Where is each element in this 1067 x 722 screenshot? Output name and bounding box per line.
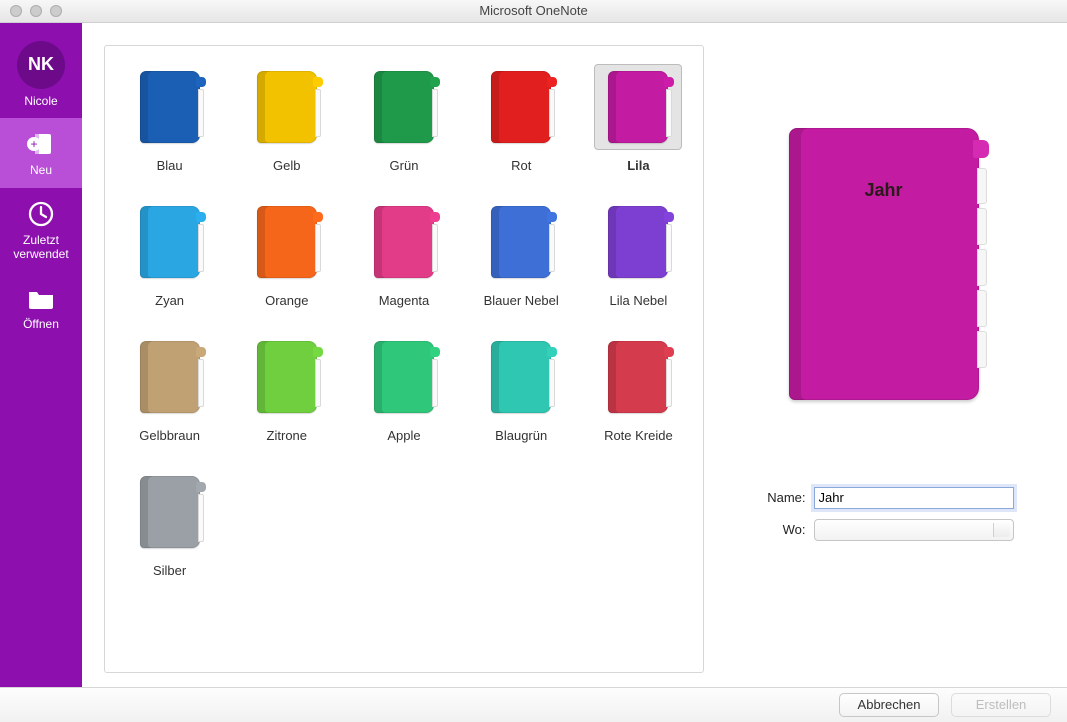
color-swatch-silber[interactable]: Silber [111, 465, 228, 578]
swatch-label: Zyan [155, 293, 184, 308]
color-swatch-zyan[interactable]: Zyan [111, 195, 228, 308]
color-swatch-orange[interactable]: Orange [228, 195, 345, 308]
color-swatch-gelb[interactable]: Gelb [228, 60, 345, 173]
color-swatch-blauer-nebel[interactable]: Blauer Nebel [463, 195, 580, 308]
swatch-label: Rote Kreide [604, 428, 673, 443]
swatch-label: Grün [390, 158, 419, 173]
notebook-icon [140, 206, 200, 278]
create-button-label: Erstellen [976, 697, 1027, 712]
window-close-button[interactable] [10, 5, 22, 17]
preview-title: Jahr [864, 180, 902, 201]
swatch-label: Gelbbraun [139, 428, 200, 443]
notebook-icon [140, 341, 200, 413]
window-zoom-button[interactable] [50, 5, 62, 17]
color-swatch-rot[interactable]: Rot [463, 60, 580, 173]
color-swatch-magenta[interactable]: Magenta [345, 195, 462, 308]
color-swatch-zitrone[interactable]: Zitrone [228, 330, 345, 443]
notebook-icon [257, 71, 317, 143]
notebook-icon [608, 71, 668, 143]
sidebar-item-recent[interactable]: Zuletzt verwendet [0, 188, 82, 272]
color-swatch-blau[interactable]: Blau [111, 60, 228, 173]
sidebar-item-label: Öffnen [23, 318, 59, 332]
window-title: Microsoft OneNote [0, 3, 1067, 18]
notebook-icon [140, 476, 200, 548]
notebook-icon [608, 206, 668, 278]
sidebar: NK Nicole + Neu Zuletzt verwendet [0, 23, 82, 687]
color-swatch-grün[interactable]: Grün [345, 60, 462, 173]
new-notebook-form: Name: Wo: ▴▾ [754, 487, 1014, 551]
notebook-icon [374, 206, 434, 278]
notebook-icon [491, 71, 551, 143]
color-picker-panel: Blau Gelb Grün Rot Lila Zyan Orange Magenta Blau… [104, 45, 704, 673]
color-swatch-gelbbraun[interactable]: Gelbbraun [111, 330, 228, 443]
swatch-label: Blaugrün [495, 428, 547, 443]
window: Microsoft OneNote NK Nicole + Neu Zu [0, 0, 1067, 722]
notebook-icon [140, 71, 200, 143]
swatch-label: Orange [265, 293, 308, 308]
notebook-icon [374, 341, 434, 413]
swatch-label: Gelb [273, 158, 300, 173]
notebook-icon [257, 206, 317, 278]
color-swatch-blaugrün[interactable]: Blaugrün [463, 330, 580, 443]
avatar-initials: NK [28, 54, 54, 75]
sidebar-item-label: Zuletzt verwendet [0, 234, 82, 262]
where-select[interactable]: ▴▾ [814, 519, 1014, 541]
footer: Abbrechen Erstellen [0, 687, 1067, 722]
titlebar: Microsoft OneNote [0, 0, 1067, 23]
swatch-label: Magenta [379, 293, 430, 308]
sidebar-item-label: Neu [30, 164, 52, 178]
notebook-icon [491, 206, 551, 278]
swatch-label: Blauer Nebel [484, 293, 559, 308]
swatch-label: Apple [387, 428, 420, 443]
notebook-icon [257, 341, 317, 413]
notebook-icon [491, 341, 551, 413]
avatar: NK [17, 41, 65, 89]
swatch-label: Rot [511, 158, 531, 173]
swatch-label: Lila Nebel [609, 293, 667, 308]
sidebar-account[interactable]: NK Nicole [0, 23, 82, 119]
cancel-button[interactable]: Abbrechen [839, 693, 939, 717]
notebook-icon [608, 341, 668, 413]
svg-text:+: + [30, 137, 37, 151]
sidebar-item-open[interactable]: Öffnen [0, 272, 82, 342]
chevron-updown-icon: ▴▾ [1001, 524, 1006, 538]
preview-pane: Jahr Name: Wo: ▴▾ [704, 45, 1045, 673]
color-swatch-rote-kreide[interactable]: Rote Kreide [580, 330, 697, 443]
create-button[interactable]: Erstellen [951, 693, 1051, 717]
clock-icon [24, 200, 58, 228]
color-swatch-lila-nebel[interactable]: Lila Nebel [580, 195, 697, 308]
folder-open-icon [24, 284, 58, 312]
name-input[interactable] [814, 487, 1014, 509]
color-swatch-lila[interactable]: Lila [580, 60, 697, 173]
cancel-button-label: Abbrechen [858, 697, 921, 712]
swatch-label: Lila [627, 158, 649, 173]
main-area: Blau Gelb Grün Rot Lila Zyan Orange Magenta Blau… [82, 23, 1067, 687]
notebook-preview: Jahr [789, 128, 979, 400]
sidebar-item-new[interactable]: + Neu [0, 118, 82, 188]
swatch-label: Zitrone [267, 428, 307, 443]
new-notebook-icon: + [24, 130, 58, 158]
window-minimize-button[interactable] [30, 5, 42, 17]
color-swatch-apple[interactable]: Apple [345, 330, 462, 443]
swatch-label: Blau [157, 158, 183, 173]
where-label: Wo: [754, 522, 806, 537]
notebook-icon [374, 71, 434, 143]
swatch-label: Silber [153, 563, 186, 578]
user-name: Nicole [24, 95, 57, 109]
name-label: Name: [754, 490, 806, 505]
